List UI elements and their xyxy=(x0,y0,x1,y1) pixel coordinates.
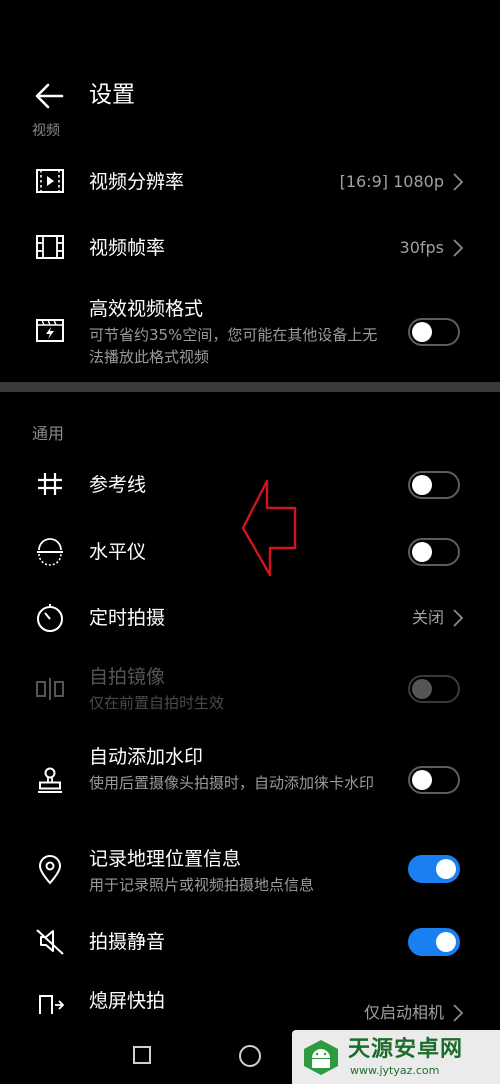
mirror-icon xyxy=(30,669,70,709)
watermark-toggle[interactable] xyxy=(408,766,460,794)
recents-square-icon[interactable] xyxy=(133,1046,151,1064)
location-toggle[interactable] xyxy=(408,855,460,883)
chevron-right-icon xyxy=(450,607,466,629)
efficient-format-icon xyxy=(30,310,70,350)
toggle-knob xyxy=(412,475,432,495)
setting-description: 可节省约35%空间，您可能在其他设备上无法播放此格式视频 xyxy=(89,326,378,366)
chevron-right-icon xyxy=(450,237,466,259)
section-divider xyxy=(0,382,500,392)
setting-label: 定时拍摄 xyxy=(89,607,166,629)
android-logo-icon xyxy=(300,1036,342,1078)
grid-toggle[interactable] xyxy=(408,471,460,499)
quick-snap-icon xyxy=(30,983,70,1023)
setting-description: 用于记录照片或视频拍摄地点信息 xyxy=(89,876,315,894)
setting-label: 水平仪 xyxy=(89,541,147,563)
setting-label: 自动添加水印 xyxy=(89,746,204,768)
mute-toggle[interactable] xyxy=(408,928,460,956)
chevron-right-icon xyxy=(450,1002,466,1024)
setting-value: 关闭 xyxy=(411,608,444,627)
setting-video-resolution[interactable]: 视频分辨率 [16:9] 1080p xyxy=(0,160,500,204)
back-arrow-icon[interactable] xyxy=(30,76,70,116)
toggle-knob xyxy=(412,770,432,790)
toggle-knob xyxy=(412,679,432,699)
film-frames-icon xyxy=(30,227,70,267)
setting-label: 参考线 xyxy=(89,474,147,496)
setting-quick-snap[interactable]: 熄屏快拍 仅启动相机 xyxy=(0,982,500,1026)
setting-shutter-mute[interactable]: 拍摄静音 xyxy=(0,920,500,964)
setting-value: 30fps xyxy=(399,238,444,257)
setting-timer[interactable]: 定时拍摄 关闭 xyxy=(0,596,500,640)
level-toggle[interactable] xyxy=(408,538,460,566)
watermark-site-name: 天源安卓网 xyxy=(348,1037,464,1062)
watermark-site-url: www.jytyaz.com xyxy=(350,1064,440,1077)
video-resolution-icon xyxy=(30,161,70,201)
setting-video-framerate[interactable]: 视频帧率 30fps xyxy=(0,226,500,270)
setting-value: [16:9] 1080p xyxy=(339,172,444,191)
toggle-knob xyxy=(412,542,432,562)
toggle-knob xyxy=(436,859,456,879)
app-header: 设置 xyxy=(0,62,500,126)
efficient-format-toggle[interactable] xyxy=(408,318,460,346)
timer-icon xyxy=(30,597,70,637)
setting-efficient-video-format[interactable]: 高效视频格式 可节省约35%空间，您可能在其他设备上无法播放此格式视频 xyxy=(0,296,500,372)
setting-record-location[interactable]: 记录地理位置信息 用于记录照片或视频拍摄地点信息 xyxy=(0,846,500,898)
level-icon xyxy=(30,531,70,571)
setting-description: 仅在前置自拍时生效 xyxy=(89,694,225,712)
home-circle-icon[interactable] xyxy=(239,1045,261,1067)
mute-speaker-icon xyxy=(30,921,70,961)
setting-label: 熄屏快拍 xyxy=(89,990,166,1012)
stamp-icon xyxy=(30,760,70,800)
setting-label: 记录地理位置信息 xyxy=(89,848,242,870)
setting-label: 自拍镜像 xyxy=(89,666,166,688)
chevron-right-icon xyxy=(450,171,466,193)
grid-icon xyxy=(30,464,70,504)
annotation-arrow-icon xyxy=(240,478,300,578)
setting-label: 视频帧率 xyxy=(89,237,166,259)
setting-label: 高效视频格式 xyxy=(89,298,204,320)
toggle-knob xyxy=(436,932,456,952)
toggle-knob xyxy=(412,322,432,342)
setting-selfie-mirror: 自拍镜像 仅在前置自拍时生效 xyxy=(0,664,500,716)
setting-value: 仅启动相机 xyxy=(363,1003,444,1022)
setting-auto-watermark[interactable]: 自动添加水印 使用后置摄像头拍摄时，自动添加徕卡水印 xyxy=(0,744,500,820)
setting-description: 使用后置摄像头拍摄时，自动添加徕卡水印 xyxy=(89,774,375,792)
setting-label: 拍摄静音 xyxy=(89,931,166,953)
location-pin-icon xyxy=(30,850,70,890)
section-header-general: 通用 xyxy=(32,424,65,443)
site-watermark: 天源安卓网 www.jytyaz.com xyxy=(292,1030,500,1084)
mirror-toggle xyxy=(408,675,460,703)
page-title: 设置 xyxy=(89,82,135,108)
section-header-video: 视频 xyxy=(32,123,60,136)
setting-label: 视频分辨率 xyxy=(89,171,185,193)
